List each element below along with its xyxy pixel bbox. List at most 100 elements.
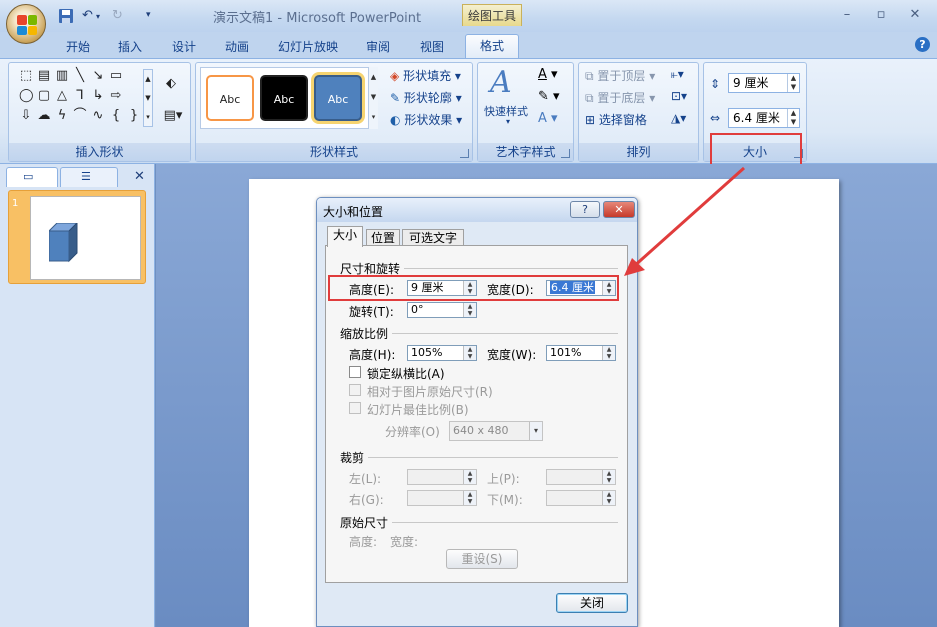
slide-thumbnail[interactable] xyxy=(30,196,141,280)
triangle-shape-icon[interactable]: △ xyxy=(55,89,69,103)
wordart-launcher-icon[interactable] xyxy=(561,149,570,158)
section-scale: 缩放比例 xyxy=(340,327,389,341)
rotate-icon[interactable]: ◮▾ xyxy=(671,111,686,125)
vertical-textbox-icon[interactable]: ▥ xyxy=(55,69,69,83)
shape-fill-button[interactable]: ◈ 形状填充 ▾ xyxy=(390,67,461,84)
wordart-group: A 快速样式 ▾ A ▾ ✎ ▾ A ▾ 艺术字样式 xyxy=(477,62,574,162)
lightning-shape-icon[interactable]: ϟ xyxy=(55,109,69,123)
tab-format[interactable]: 格式 xyxy=(465,34,519,58)
close-window-icon[interactable]: ✕ xyxy=(902,6,928,24)
undo-dropdown-icon[interactable]: ▾ xyxy=(96,12,100,30)
dialog-tab-size[interactable]: 大小 xyxy=(327,226,363,247)
dimension-fields-highlight xyxy=(328,275,619,301)
right-arrow-shape-icon[interactable]: ⇨ xyxy=(109,89,123,103)
selection-pane-button[interactable]: ⊞ 选择窗格 xyxy=(585,111,647,128)
close-pane-icon[interactable]: ✕ xyxy=(134,169,145,184)
cube-shape-icon[interactable]: ⬚ xyxy=(19,69,33,83)
shape-width-icon: ⇔ xyxy=(710,111,721,125)
styles-scroll-icon[interactable]: ▲ ▼ ▾ xyxy=(368,67,378,129)
outline-tab[interactable]: ☰ xyxy=(60,167,118,187)
text-outline-icon[interactable]: ✎ ▾ xyxy=(538,89,560,104)
elbow-connector-icon[interactable]: ⅂ xyxy=(73,89,87,103)
down-arrow-shape-icon[interactable]: ⇩ xyxy=(19,109,33,123)
rectangle-shape-icon[interactable]: ▭ xyxy=(109,69,123,83)
office-button[interactable] xyxy=(6,4,46,44)
style-black-fill[interactable]: Abc xyxy=(260,75,308,121)
bring-to-front-button: ⧉ 置于顶层 ▾ xyxy=(585,69,656,83)
scale-height-label: 高度(H): xyxy=(349,348,396,362)
maximize-icon[interactable]: ▫ xyxy=(868,6,894,24)
scale-width-field[interactable]: 101% ▲ ▼ xyxy=(546,345,616,361)
scale-height-field[interactable]: 105% ▲ ▼ xyxy=(407,345,477,361)
crop-left-spinner-icon: ▲ ▼ xyxy=(463,470,476,484)
shape-styles-label: 形状样式 xyxy=(196,143,472,161)
style-blue-fill-selected[interactable]: Abc xyxy=(314,75,362,121)
line-shape-icon[interactable]: ╲ xyxy=(73,69,87,83)
quick-styles-dropdown-icon[interactable]: ▾ xyxy=(506,117,510,126)
group-icon[interactable]: ⊡▾ xyxy=(671,89,687,103)
shape-outline-button[interactable]: ✎ 形状轮廓 ▾ xyxy=(390,89,462,106)
rotation-spinner-icon[interactable]: ▲ ▼ xyxy=(463,303,476,317)
best-scale-label: 幻灯片最佳比例(B) xyxy=(367,403,469,417)
height-spinner-icon[interactable]: ▲ ▼ xyxy=(787,74,799,92)
tab-view[interactable]: 视图 xyxy=(414,36,450,58)
slides-tab[interactable]: ▭ xyxy=(6,167,58,187)
shape-height-input[interactable]: 9 厘米 ▲ ▼ xyxy=(728,73,800,93)
crop-right-label: 右(G): xyxy=(349,493,384,507)
tab-design[interactable]: 设计 xyxy=(166,36,202,58)
lock-ratio-checkbox[interactable] xyxy=(349,366,361,378)
edit-shape-icon[interactable]: ⬖ xyxy=(161,77,181,91)
tab-insert[interactable]: 插入 xyxy=(112,36,148,58)
help-icon[interactable]: ? xyxy=(915,37,930,52)
cube-thumbnail-icon xyxy=(49,223,78,263)
width-spinner-icon[interactable]: ▲ ▼ xyxy=(787,109,799,127)
undo-icon[interactable]: ↶ xyxy=(82,8,93,26)
slide-tab-icon: ▭ xyxy=(23,170,34,183)
text-box-draw-icon[interactable]: ▤▾ xyxy=(161,109,185,123)
paint-bucket-icon: ◈ xyxy=(390,69,400,83)
text-fill-icon[interactable]: A ▾ xyxy=(538,67,558,82)
shape-effects-button[interactable]: ◐ 形状效果 ▾ xyxy=(390,111,462,128)
cloud-shape-icon[interactable]: ☁ xyxy=(37,109,51,123)
crop-top-field: ▲ ▼ xyxy=(546,469,616,485)
resolution-dropdown-icon: ▾ xyxy=(529,422,542,440)
dialog-help-button[interactable]: ? xyxy=(570,201,600,218)
minimize-icon[interactable]: – xyxy=(834,6,860,24)
relative-original-label: 相对于图片原始尺寸(R) xyxy=(367,385,493,399)
outline-tab-icon: ☰ xyxy=(81,170,91,183)
window-title: 演示文稿1 - Microsoft PowerPoint xyxy=(213,11,422,26)
arc-shape-icon[interactable]: ⌒ xyxy=(73,109,87,123)
scale-height-spinner-icon[interactable]: ▲ ▼ xyxy=(463,346,476,360)
tab-home[interactable]: 开始 xyxy=(60,36,96,58)
dialog-close-button[interactable]: 关闭 xyxy=(556,593,628,613)
text-effects-icon[interactable]: A ▾ xyxy=(538,111,558,126)
brace-right-icon[interactable]: } xyxy=(127,109,141,123)
shape-width-input[interactable]: 6.4 厘米 ▲ ▼ xyxy=(728,108,800,128)
rotation-field[interactable]: 0° ▲ ▼ xyxy=(407,302,477,318)
curve-shape-icon[interactable]: ∿ xyxy=(91,109,105,123)
brace-shape-icon[interactable]: { xyxy=(109,109,123,123)
rotation-label: 旋转(T): xyxy=(349,305,394,319)
effects-icon: ◐ xyxy=(390,113,401,127)
tab-animation[interactable]: 动画 xyxy=(219,36,255,58)
bring-front-icon: ⧉ xyxy=(585,69,594,83)
scale-width-spinner-icon[interactable]: ▲ ▼ xyxy=(602,346,615,360)
tab-slideshow[interactable]: 幻灯片放映 xyxy=(272,36,344,58)
elbow-arrow-icon[interactable]: ↳ xyxy=(91,89,105,103)
shapes-more-icon[interactable]: ▲ ▼ ▾ xyxy=(143,69,153,127)
crop-top-label: 上(P): xyxy=(487,472,520,486)
crop-bottom-field: ▲ ▼ xyxy=(546,490,616,506)
tab-review[interactable]: 审阅 xyxy=(360,36,396,58)
rounded-rect-icon[interactable]: ▢ xyxy=(37,89,51,103)
dialog-title: 大小和位置 xyxy=(323,205,384,219)
qat-customize-icon[interactable]: ▾ xyxy=(146,10,151,28)
shape-styles-launcher-icon[interactable] xyxy=(460,149,469,158)
textbox-shape-icon[interactable]: ▤ xyxy=(37,69,51,83)
align-icon[interactable]: ⫦▾ xyxy=(671,67,684,82)
oval-shape-icon[interactable]: ◯ xyxy=(19,89,34,103)
style-orange-outline[interactable]: Abc xyxy=(206,75,254,121)
arrow-line-icon[interactable]: ↘ xyxy=(91,69,105,83)
dialog-close-icon[interactable]: ✕ xyxy=(603,201,635,218)
save-icon[interactable] xyxy=(58,8,74,26)
resolution-label: 分辨率(O) xyxy=(385,425,440,439)
